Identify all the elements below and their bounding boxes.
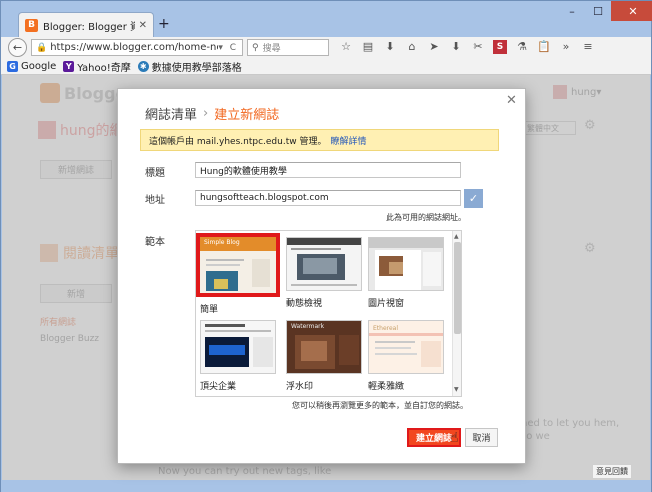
template-dynamic-views[interactable]: 動態檢視 [286, 237, 362, 309]
template-help-text: 您可以稍後再瀏覽更多的範本，並自訂您的網誌。 [292, 401, 468, 410]
template-preview-title: Watermark [291, 323, 325, 330]
checkmark-icon: ✓ [464, 189, 483, 208]
bookmark-yahoo[interactable]: Y Yahoo!奇摩 [63, 59, 131, 74]
template-preview-title: Ethereal [373, 325, 399, 332]
template-simple-name: 簡單 [200, 305, 219, 315]
template-simple[interactable]: Simple Blog 簡單 [196, 233, 280, 315]
send-icon[interactable]: ➤ [423, 40, 445, 54]
hand-cursor-icon: ☝ [450, 430, 459, 446]
breadcrumb-separator: › [203, 106, 209, 121]
flask-icon[interactable]: ⚗ [511, 40, 533, 54]
scroll-up-icon[interactable]: ▲ [454, 233, 459, 240]
reload-icon[interactable]: ▾ C [218, 43, 238, 53]
account-notice: 這個帳戶由 mail.yhes.ntpc.edu.tw 管理。 瞭解詳情 [140, 129, 499, 151]
cancel-button[interactable]: 取消 [465, 428, 498, 447]
bookmarks-bar: G Google Y Yahoo!奇摩 ✱ 數據使用教學部落格 [1, 58, 651, 75]
address-label: 地址 [145, 195, 165, 206]
url-text[interactable]: https://www.blogger.com/home-new.g [50, 42, 218, 53]
home-icon[interactable]: ⌂ [401, 40, 423, 54]
template-picture-window[interactable]: 圖片視窗 [368, 237, 444, 309]
back-arrow-icon[interactable]: ← [8, 38, 27, 57]
tab-title: Blogger: Blogger 資訊主頁 [43, 21, 135, 33]
template-awesome-thumbnail[interactable] [200, 320, 276, 374]
title-label: 標題 [145, 168, 165, 179]
address-input[interactable]: hungsoftteach.blogspot.com [195, 190, 461, 206]
bookmark-google[interactable]: G Google [7, 60, 56, 72]
template-watermark[interactable]: Watermark 浮水印 [286, 320, 362, 392]
star-badge-icon: ✱ [137, 60, 149, 72]
clipboard-icon[interactable]: 📋 [533, 40, 555, 54]
template-scrollbar[interactable]: ▲ ▼ [452, 231, 461, 396]
s-extension-icon[interactable]: S [493, 40, 507, 54]
dialog-close-icon[interactable]: ✕ [506, 93, 517, 108]
menu-icon[interactable]: ≡ [577, 40, 599, 54]
overflow-icon[interactable]: » [555, 40, 577, 54]
template-picture-name: 圖片視窗 [368, 299, 405, 309]
google-icon: G [7, 60, 18, 72]
toolbar-icons: ☆ ▤ ⬇ ⌂ ➤ ⬇ ✂ S ⚗ 📋 » ≡ [335, 40, 599, 54]
template-simple-thumbnail[interactable]: Simple Blog [196, 233, 280, 297]
shield-download-icon[interactable]: ⬇ [445, 40, 467, 54]
tab-close-icon[interactable]: ✕ [139, 20, 147, 31]
template-ethereal[interactable]: Ethereal 輕柔雅緻 [368, 320, 444, 392]
feedback-button[interactable]: 意見回饋 [592, 464, 632, 479]
url-bar[interactable]: 🔒 https://www.blogger.com/home-new.g ▾ C [31, 39, 243, 56]
minimize-icon[interactable]: – [559, 1, 585, 21]
navigation-bar: ← 🔒 https://www.blogger.com/home-new.g ▾… [1, 37, 651, 58]
template-picture-thumbnail[interactable] [368, 237, 444, 291]
template-label: 範本 [145, 237, 165, 248]
template-list: Simple Blog 簡單 動態檢視 圖片視窗 頂尖企業 Watermark … [195, 230, 462, 397]
template-ethereal-name: 輕柔雅緻 [368, 382, 405, 392]
template-dynamic-thumbnail[interactable] [286, 237, 362, 291]
template-watermark-thumbnail[interactable]: Watermark [286, 320, 362, 374]
status-bar [1, 480, 651, 492]
tools-icon[interactable]: ✂ [467, 40, 489, 54]
address-hint: 此為可用的網誌網址。 [386, 213, 466, 222]
template-dynamic-name: 動態檢視 [286, 299, 323, 309]
template-preview-title: Simple Blog [204, 239, 240, 246]
dialog-breadcrumb: 網誌清單 › 建立新網誌 [145, 104, 279, 123]
maximize-icon[interactable]: ☐ [585, 1, 611, 21]
bookmark-data-blog[interactable]: ✱ 數據使用教學部落格 [137, 59, 242, 74]
template-awesome-inc[interactable]: 頂尖企業 [200, 320, 276, 392]
new-tab-button[interactable]: + [158, 16, 170, 32]
yahoo-icon: Y [63, 60, 75, 72]
learn-more-link[interactable]: 瞭解詳情 [330, 134, 366, 147]
bookmark-star-icon[interactable]: ☆ [335, 40, 357, 54]
breadcrumb-create-blog: 建立新網誌 [214, 108, 280, 123]
search-input[interactable]: ⚲ 搜尋 [247, 39, 329, 56]
notice-text: 這個帳戶由 mail.yhes.ntpc.edu.tw 管理。 [149, 136, 327, 147]
template-watermark-name: 浮水印 [286, 382, 314, 392]
reading-list-icon[interactable]: ▤ [357, 40, 379, 54]
template-ethereal-thumbnail[interactable]: Ethereal [368, 320, 444, 374]
window-close-icon[interactable]: ✕ [611, 1, 652, 21]
template-awesome-name: 頂尖企業 [200, 382, 237, 392]
scrollbar-thumb[interactable] [454, 242, 461, 334]
blogger-favicon-icon: B [25, 18, 38, 32]
breadcrumb-blog-list[interactable]: 網誌清單 [145, 104, 197, 123]
title-bar: B Blogger: Blogger 資訊主頁 ✕ + – ☐ ✕ [1, 1, 652, 37]
lock-icon: 🔒 [36, 42, 48, 53]
create-blog-dialog: ✕ 網誌清單 › 建立新網誌 這個帳戶由 mail.yhes.ntpc.edu.… [117, 88, 526, 464]
download-icon[interactable]: ⬇ [379, 40, 401, 54]
search-placeholder: 搜尋 [262, 44, 281, 54]
title-input[interactable]: Hung的軟體使用教學 [195, 162, 461, 178]
window-controls: – ☐ ✕ [559, 1, 652, 21]
search-icon: ⚲ [252, 42, 259, 53]
scroll-down-icon[interactable]: ▼ [454, 386, 459, 393]
browser-tab[interactable]: B Blogger: Blogger 資訊主頁 ✕ [18, 12, 154, 37]
